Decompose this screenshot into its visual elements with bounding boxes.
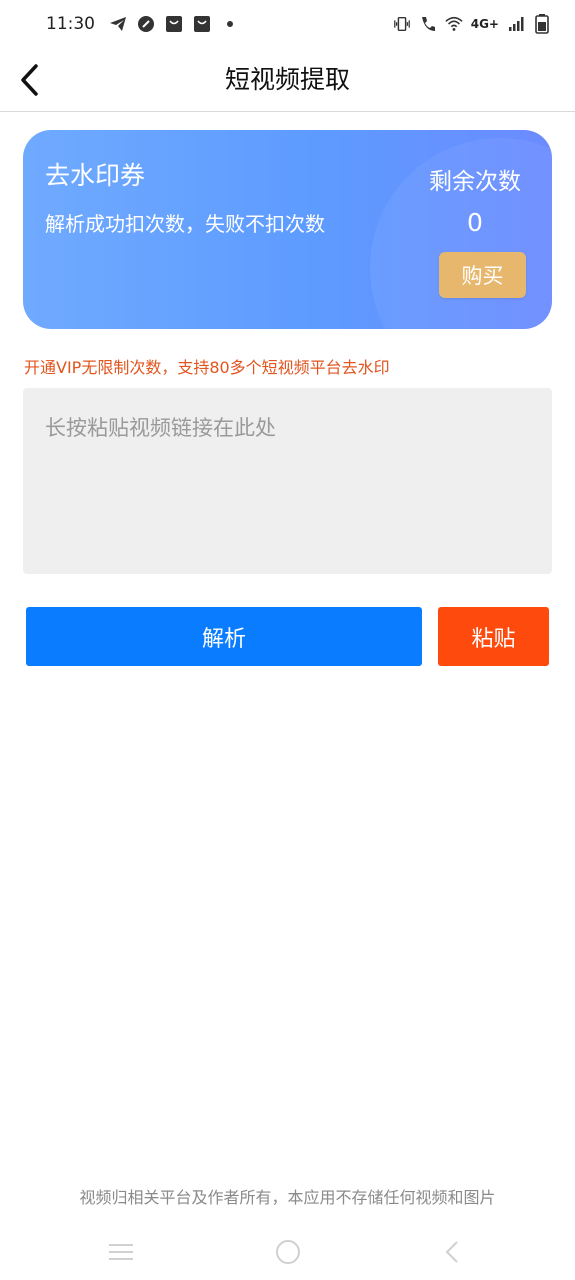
signal-icon	[507, 15, 525, 33]
telegram-icon	[109, 15, 127, 33]
status-left: 11:30	[46, 14, 239, 34]
back-icon	[445, 1241, 458, 1263]
remaining-label: 剩余次数	[429, 169, 521, 195]
parse-button[interactable]: 解析	[26, 607, 422, 666]
recent-apps-button[interactable]	[101, 1238, 141, 1266]
paste-button[interactable]: 粘贴	[438, 607, 549, 666]
vibrate-icon	[393, 15, 411, 33]
wifi-calling-icon	[419, 15, 437, 33]
shopping-bag-icon	[165, 15, 183, 33]
buy-button[interactable]: 购买	[439, 252, 526, 298]
disclaimer: 视频归相关平台及作者所有，本应用不存储任何视频和图片	[79, 1188, 496, 1207]
system-nav-bar	[0, 1228, 575, 1276]
wifi-icon	[445, 15, 463, 33]
system-back-button[interactable]	[432, 1238, 472, 1266]
battery-icon	[533, 14, 551, 34]
page-title: 短视频提取	[224, 65, 350, 94]
home-button[interactable]	[268, 1238, 308, 1266]
screen: 11:30 4G+ 短视频提取 去水印券 解析成功扣次数，失败不扣次数 剩余次数…	[0, 0, 575, 1280]
video-link-input[interactable]	[23, 388, 552, 574]
dot-icon	[221, 15, 239, 33]
browser-icon	[137, 15, 155, 33]
header: 短视频提取	[0, 48, 575, 112]
status-bar: 11:30 4G+	[0, 0, 575, 48]
status-right: 4G+	[393, 14, 551, 34]
coupon-description: 解析成功扣次数，失败不扣次数	[45, 212, 325, 236]
coupon-title: 去水印券	[45, 161, 146, 190]
coupon-card: 去水印券 解析成功扣次数，失败不扣次数 剩余次数 0 购买	[23, 130, 552, 329]
vip-notice[interactable]: 开通VIP无限制次数，支持80多个短视频平台去水印	[24, 354, 390, 378]
remaining-count: 0	[467, 208, 483, 237]
status-time: 11:30	[46, 14, 95, 34]
menu-icon	[109, 1244, 133, 1260]
home-icon	[276, 1240, 300, 1264]
network-type: 4G+	[470, 17, 499, 31]
shopping-bag-icon	[193, 15, 211, 33]
